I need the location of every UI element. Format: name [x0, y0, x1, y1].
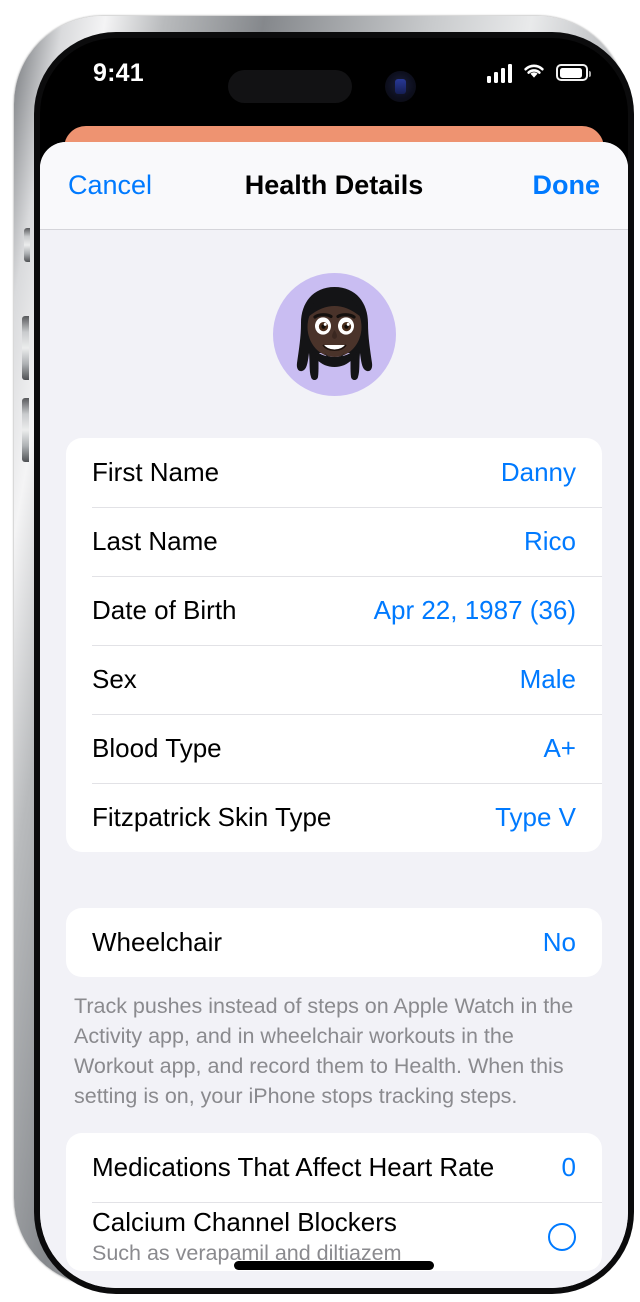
dynamic-island [228, 70, 352, 103]
wifi-icon [521, 60, 547, 85]
cancel-button[interactable]: Cancel [68, 170, 152, 201]
memoji-avatar[interactable] [272, 272, 396, 396]
status-bar-icons [487, 60, 591, 85]
table-row[interactable]: First Name Danny [66, 438, 602, 507]
volume-up-button[interactable] [22, 316, 29, 380]
row-label: Medications That Affect Heart Rate [92, 1152, 495, 1182]
volume-down-button[interactable] [22, 398, 29, 462]
table-row[interactable]: Last Name Rico [66, 507, 602, 576]
home-indicator[interactable] [234, 1261, 434, 1270]
phone-screen: 9:41 Cancel Health Details Done First Na… [40, 38, 628, 1288]
wheelchair-section: Wheelchair No [66, 908, 602, 977]
table-row[interactable]: Fitzpatrick Skin Type Type V [66, 783, 602, 852]
table-row[interactable]: Wheelchair No [66, 908, 602, 977]
row-value: 0 [561, 1152, 576, 1182]
row-text-stack: Calcium Channel Blockers Such as verapam… [92, 1207, 402, 1266]
avatar-container [40, 230, 628, 438]
table-row[interactable]: Date of Birth Apr 22, 1987 (36) [66, 576, 602, 645]
table-row[interactable]: Medications That Affect Heart Rate 0 [66, 1133, 602, 1202]
wheelchair-footer-note: Track pushes instead of steps on Apple W… [74, 994, 574, 1108]
row-label: First Name [92, 457, 220, 487]
row-value: Danny [500, 457, 576, 487]
silent-switch-button[interactable] [24, 228, 30, 262]
row-value: No [542, 927, 576, 957]
done-button[interactable]: Done [533, 170, 601, 201]
cellular-signal-icon [487, 63, 512, 83]
navigation-bar: Cancel Health Details Done [40, 142, 628, 230]
status-bar: 9:41 [40, 38, 628, 110]
table-row[interactable]: Blood Type A+ [66, 714, 602, 783]
row-value: Rico [523, 526, 576, 556]
row-label: Date of Birth [92, 595, 237, 625]
row-value: Apr 22, 1987 (36) [373, 595, 576, 625]
row-label: Blood Type [92, 733, 222, 763]
health-details-sheet: Cancel Health Details Done First Name Da… [40, 142, 628, 1288]
sheet-content: First Name Danny Last Name Rico Date of … [40, 230, 628, 1288]
status-bar-time: 9:41 [93, 59, 144, 87]
phone-frame: 9:41 Cancel Health Details Done First Na… [14, 16, 634, 1294]
row-value: Type V [495, 802, 576, 832]
row-label: Sex [92, 664, 137, 694]
row-label: Last Name [92, 526, 218, 556]
battery-icon [556, 64, 591, 81]
table-row[interactable]: Sex Male [66, 645, 602, 714]
row-value: A+ [543, 733, 576, 763]
row-label: Fitzpatrick Skin Type [92, 802, 332, 832]
front-camera-icon [385, 71, 416, 102]
row-label: Calcium Channel Blockers [92, 1207, 397, 1237]
profile-section: First Name Danny Last Name Rico Date of … [66, 438, 602, 852]
row-value: Male [519, 664, 576, 694]
medications-section: Medications That Affect Heart Rate 0 Cal… [66, 1133, 602, 1271]
radio-unchecked-icon[interactable] [548, 1222, 576, 1251]
row-label: Wheelchair [92, 927, 223, 957]
